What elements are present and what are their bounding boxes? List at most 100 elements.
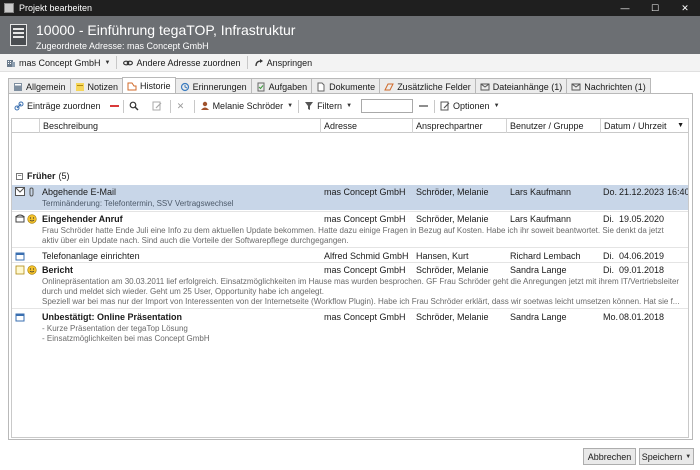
user-filter-dropdown[interactable]: Melanie Schröder ▼ [195,97,299,115]
row-note: Terminänderung: Telefontermin, SSV Vertr… [12,198,688,210]
search-button[interactable] [124,97,147,115]
assign-entries-label: Einträge zuordnen [27,101,101,111]
app-icon [4,3,14,13]
table-row[interactable]: Abgehende E-Mail mas Concept GmbH Schröd… [12,185,688,198]
attachment-icon [27,186,37,197]
minimize-button[interactable]: — [610,0,640,16]
maximize-button[interactable]: ☐ [640,0,670,16]
row-icons [12,251,40,261]
row-divider [12,247,688,248]
tab-dateianhaenge[interactable]: Dateianhänge (1) [474,78,568,94]
table-row[interactable]: Unbestätigt: Online Präsentation mas Con… [12,310,688,323]
project-title: 10000 - Einführung tegaTOP, Infrastruktu… [36,22,296,38]
row-note: - Kurze Präsentation der tegaTop Lösung [42,324,188,333]
row-contact: Schröder, Melanie [416,213,489,224]
close-button[interactable]: ✕ [670,0,700,16]
save-button[interactable]: Speichern ▼ [639,448,694,465]
row-icons [12,213,40,224]
dialog-footer: Abbrechen Speichern ▼ [0,446,700,470]
tab-allgemein[interactable]: Allgemein [8,78,71,94]
jump-to-label: Anspringen [266,57,313,68]
table-row[interactable]: Telefonanlage einrichten Alfred Schmid G… [12,249,688,262]
row-divider [12,308,688,309]
tab-historie[interactable]: Historie [122,77,176,94]
jump-to-button[interactable]: Anspringen [248,54,319,72]
column-header-user[interactable]: Benutzer / Gruppe [507,119,601,133]
link-icon [14,101,24,111]
column-header-icons[interactable] [12,119,40,133]
table-row[interactable]: Bericht mas Concept GmbH Schröder, Melan… [12,263,688,276]
row-user: Lars Kaufmann [510,213,572,224]
assign-other-address-button[interactable]: Andere Adresse zuordnen [117,54,246,72]
group-header[interactable]: − Früher (5) [16,171,70,181]
filter-dropdown[interactable]: Filtern ▼ [299,97,357,115]
company-dropdown[interactable]: mas Concept GmbH ▼ [0,54,116,72]
calendar-icon [15,312,25,322]
delete-button[interactable]: ✕ [171,97,194,115]
row-description: Eingehender Anruf [42,213,123,224]
history-toolbar: Einträge zuordnen ✕ Melanie Schröder ▼ F… [9,97,692,115]
note-icon [15,265,25,275]
project-icon [10,24,27,46]
messages-icon [571,82,581,92]
row-contact: Schröder, Melanie [416,264,489,275]
tab-label: Notizen [87,81,119,92]
assign-entries-button[interactable]: Einträge zuordnen [9,97,106,115]
row-weekday: Di. [603,213,614,224]
edit-button[interactable] [147,97,170,115]
tab-label: Dateianhänge (1) [492,81,563,92]
row-address: mas Concept GmbH [324,264,406,275]
tab-notizen[interactable]: Notizen [69,78,124,94]
user-icon [200,101,210,111]
sort-desc-icon: ▼ [677,122,684,129]
documents-icon [316,82,326,92]
chevron-down-icon: ▼ [493,103,500,109]
history-grid: Beschreibung Adresse Ansprechpartner Ben… [11,118,689,438]
options-dropdown[interactable]: Optionen ▼ [435,97,504,115]
options-label: Optionen [453,101,490,111]
row-address: mas Concept GmbH [324,213,406,224]
row-address: mas Concept GmbH [324,311,406,322]
row-date: 09.01.2018 [619,264,665,275]
tab-erinnerungen[interactable]: Erinnerungen [174,78,252,94]
tab-nachrichten[interactable]: Nachrichten (1) [566,78,651,94]
table-row[interactable]: Eingehender Anruf mas Concept GmbH Schrö… [12,212,688,225]
filter-input[interactable] [361,99,414,113]
attachments-icon [480,82,490,92]
building-icon [6,58,16,68]
tab-zusaetzliche-felder[interactable]: Zusätzliche Felder [379,78,476,94]
filter-icon [304,101,314,111]
row-note: - Einsatzmöglichkeiten bei mas Concept G… [42,334,210,343]
link-icon [123,58,134,68]
remove-icon[interactable] [109,105,119,107]
tab-label: Dokumente [329,81,376,92]
row-contact: Hansen, Kurt [416,250,469,261]
group-count: (5) [58,171,70,181]
tab-bar: Allgemein Notizen Historie Erinnerungen … [8,77,651,94]
envelope-icon [15,187,25,197]
window-titlebar: Projekt bearbeiten — ☐ ✕ [0,0,700,16]
column-header-description[interactable]: Beschreibung [40,119,321,133]
column-header-address[interactable]: Adresse [321,119,413,133]
row-user: Lars Kaufmann [510,186,572,197]
grid-header: Beschreibung Adresse Ansprechpartner Ben… [12,119,688,133]
smiley-icon [27,264,37,275]
row-user: Sandra Lange [510,311,567,322]
row-address: mas Concept GmbH [324,186,406,197]
column-header-contact[interactable]: Ansprechpartner [413,119,507,133]
reminder-icon [180,82,190,92]
tab-label: Zusätzliche Felder [397,81,471,92]
column-header-date[interactable]: Datum / Uhrzeit ▼ [601,119,688,133]
collapse-icon[interactable]: − [16,172,23,180]
row-user: Richard Lembach [510,250,581,261]
project-header: 10000 - Einführung tegaTOP, Infrastruktu… [0,16,700,54]
cancel-button[interactable]: Abbrechen [583,448,636,465]
save-label: Speichern [641,451,683,462]
tab-aufgaben[interactable]: Aufgaben [250,78,313,94]
close-icon: ✕ [176,100,185,111]
row-user: Sandra Lange [510,264,567,275]
tab-dokumente[interactable]: Dokumente [311,78,381,94]
row-weekday: Di. [603,250,614,261]
row-date: 08.01.2018 [619,311,665,322]
clear-filter-icon[interactable] [419,105,429,107]
